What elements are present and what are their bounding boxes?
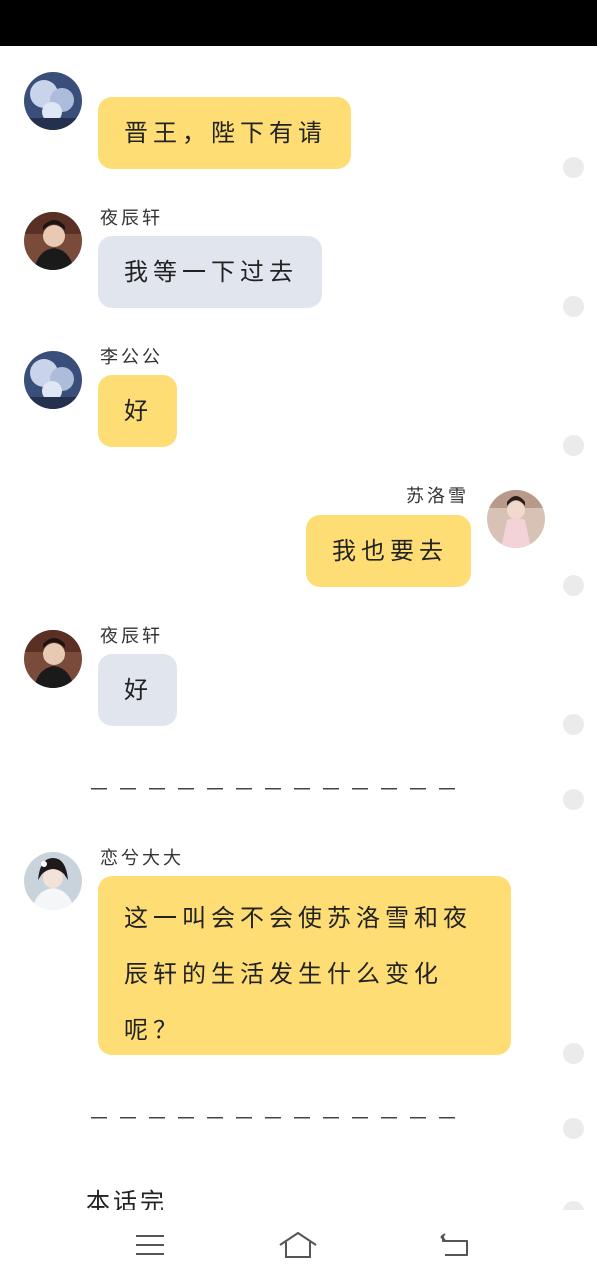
sender-name: 李公公 [100, 347, 163, 368]
chat-area[interactable]: 晋王，陛下有请 夜辰轩 我等一下过去 李公公 好 苏洛雪 我也要去 夜辰轩 好 … [0, 46, 597, 1210]
menu-button[interactable] [120, 1220, 180, 1270]
message-select-dot[interactable] [563, 296, 584, 317]
back-button[interactable] [425, 1220, 485, 1270]
message-bubble[interactable]: 我等一下过去 [98, 236, 322, 308]
sender-name: 夜辰轩 [100, 626, 163, 647]
sender-name: 恋兮大大 [100, 848, 184, 869]
section-divider: －－－－－－－－－－－－－ [88, 1107, 466, 1132]
message-select-dot[interactable] [563, 1201, 584, 1210]
message-select-dot[interactable] [563, 714, 584, 735]
section-divider: －－－－－－－－－－－－－ [88, 778, 466, 803]
home-button[interactable] [268, 1220, 328, 1270]
message-select-dot[interactable] [563, 1118, 584, 1139]
message-select-dot[interactable] [563, 157, 584, 178]
man-portrait-avatar[interactable] [24, 212, 82, 270]
message-bubble[interactable]: 我也要去 [306, 515, 471, 587]
sender-name: 苏洛雪 [406, 486, 469, 507]
navigation-bar [0, 1210, 597, 1280]
message-bubble[interactable]: 这一叫会不会使苏洛雪和夜辰轩的生活发生什么变化呢？ [98, 876, 511, 1055]
message-select-dot[interactable] [563, 789, 584, 810]
man-portrait-avatar[interactable] [24, 630, 82, 688]
status-bar [0, 0, 597, 46]
sender-name: 夜辰轩 [100, 208, 163, 229]
home-icon [279, 1232, 317, 1258]
message-select-dot[interactable] [563, 1043, 584, 1064]
blossom-tree-avatar[interactable] [24, 72, 82, 130]
message-bubble[interactable]: 晋王，陛下有请 [98, 97, 351, 169]
message-bubble[interactable]: 好 [98, 654, 177, 726]
message-select-dot[interactable] [563, 575, 584, 596]
back-icon [440, 1233, 468, 1256]
woman-pink-dress-avatar[interactable] [487, 490, 545, 548]
blossom-tree-avatar[interactable] [24, 351, 82, 409]
menu-icon [136, 1235, 164, 1255]
chapter-end-text: 本话完 [86, 1188, 167, 1210]
message-select-dot[interactable] [563, 435, 584, 456]
woman-white-avatar[interactable] [24, 852, 82, 910]
message-bubble[interactable]: 好 [98, 375, 177, 447]
